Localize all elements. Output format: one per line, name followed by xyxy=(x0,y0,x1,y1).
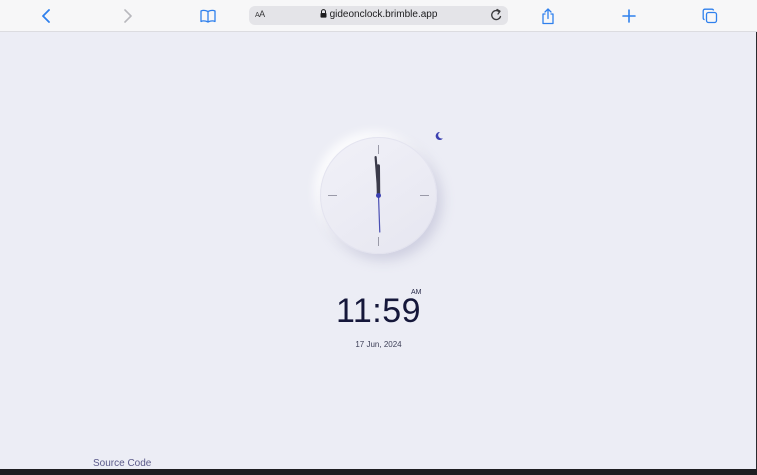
clock-center-dot xyxy=(376,193,381,198)
tabs-button[interactable] xyxy=(699,5,721,27)
back-button[interactable] xyxy=(36,5,58,27)
browser-toolbar: AA gideonclock.brimble.app xyxy=(0,0,757,32)
back-icon xyxy=(42,9,50,23)
second-hand xyxy=(377,194,381,233)
digital-time: 11:59 xyxy=(336,292,422,330)
new-tab-icon xyxy=(622,9,636,23)
url-text: gideonclock.brimble.app xyxy=(329,9,438,20)
analog-clock xyxy=(320,137,437,254)
meridiem-label: AM xyxy=(411,289,422,296)
source-code-link[interactable]: Source Code xyxy=(93,458,151,469)
bookmarks-button[interactable] xyxy=(197,5,219,27)
share-button[interactable] xyxy=(537,5,559,27)
forward-icon xyxy=(124,9,132,23)
tabs-icon xyxy=(702,8,718,24)
reload-icon[interactable] xyxy=(490,8,503,22)
share-icon xyxy=(542,7,554,24)
minute-hand xyxy=(374,156,380,197)
forward-button[interactable] xyxy=(116,5,138,27)
clock-dial xyxy=(328,145,429,246)
current-date: 17 Jun, 2024 xyxy=(355,340,402,349)
address-bar[interactable]: AA gideonclock.brimble.app xyxy=(249,6,508,25)
bottom-edge xyxy=(0,469,757,475)
new-tab-button[interactable] xyxy=(618,5,640,27)
bookmarks-icon xyxy=(200,9,216,23)
lock-icon xyxy=(320,9,327,18)
